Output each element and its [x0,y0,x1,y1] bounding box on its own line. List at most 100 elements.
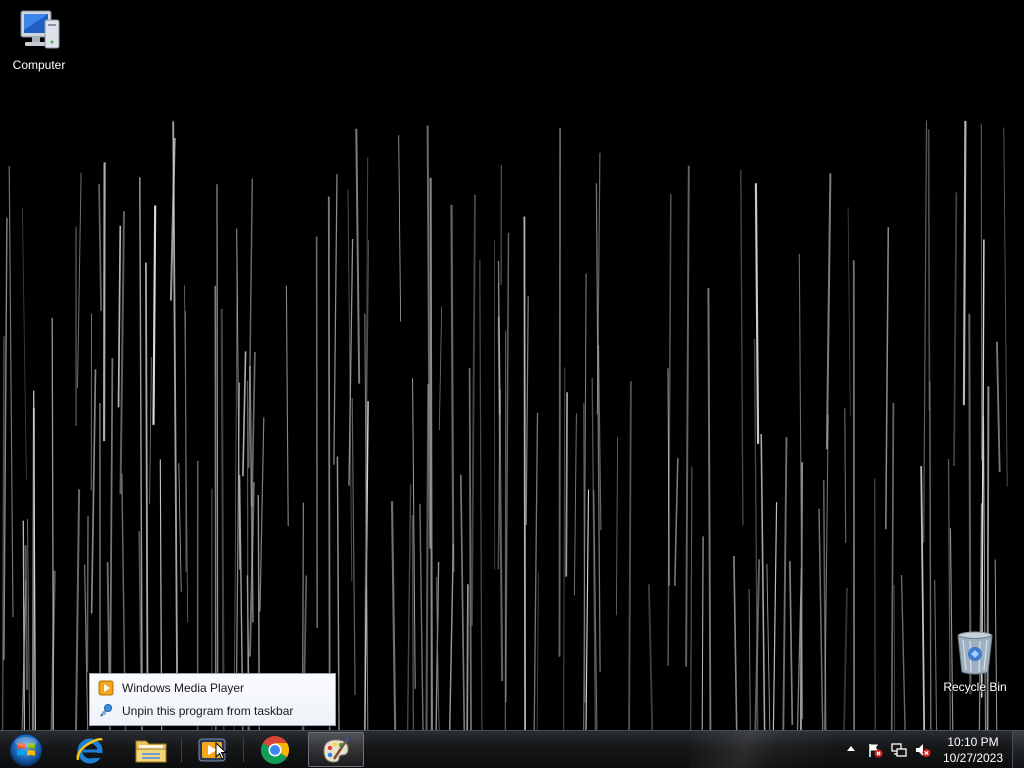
wallpaper-streak [1003,127,1008,487]
wallpaper-streak [429,177,433,730]
wallpaper-streak [844,408,847,543]
taskbar-jump-list: Windows Media Player Unpin this program … [89,673,336,726]
wallpaper-streak [259,417,265,612]
wallpaper-streak [523,216,526,730]
wallpaper-streak [419,503,424,730]
wallpaper-streak [893,584,896,730]
wallpaper-streak [647,584,654,730]
wallpaper-streak [558,127,562,657]
wallpaper-streak [962,120,967,406]
taskbar-button-windows-media-player[interactable] [184,732,240,767]
network-icon[interactable] [891,742,907,758]
wallpaper-streak [825,173,832,450]
folder-icon [135,740,167,762]
wallpaper-light-streaks [1,120,1008,730]
wallpaper-streak [90,369,97,614]
wallpaper-streak [315,236,319,628]
wallpaper-streak [822,480,827,730]
wallpaper-streak [740,169,744,526]
windows-start-orb-icon [9,733,43,767]
wallpaper-streak [772,502,778,730]
wallpaper-streak [336,456,340,730]
wallpaper-streak [563,367,566,730]
desktop[interactable]: Computer Recycle Bin Windows Media Playe… [0,0,1024,730]
wallpaper-streak [152,205,157,425]
wallpaper-streak [573,413,577,596]
wallpaper-streak [390,501,397,730]
ie-icon [76,737,104,763]
jump-item-label: Windows Media Player [122,681,245,695]
wallpaper-streak [900,574,906,730]
wallpaper-streak [885,227,890,530]
wallpaper-streak [117,225,122,408]
jump-item-windows-media-player[interactable]: Windows Media Player [94,677,331,699]
wallpaper-streak [927,129,931,411]
wallpaper-streak [782,437,788,730]
wallpaper-streak [929,381,932,730]
wallpaper-streak [450,204,455,573]
wallpaper-streak [242,351,247,477]
desktop-icon-computer[interactable]: Computer [1,8,77,72]
wallpaper-streak [214,285,217,730]
wallpaper-streak [468,367,472,730]
wallpaper-streak [172,121,179,680]
wallpaper-streak [347,189,353,582]
taskbar-button-windows-explorer[interactable] [123,732,179,767]
wallpaper-streak [144,262,149,717]
wallpaper-streak [685,165,690,667]
wallpaper-streak [707,287,712,730]
wallpaper-streak [585,489,590,730]
show-hidden-icons-arrow-icon[interactable] [845,743,857,755]
wallpaper-streak [874,478,876,730]
wallpaper-streak [565,392,569,577]
wallpaper-streak [355,128,361,384]
paint-icon [323,736,350,763]
wallpaper-streak [411,515,415,730]
taskbar-separator [181,738,182,762]
jump-item-unpin[interactable]: Unpin this program from taskbar [94,700,331,722]
taskbar-button-internet-explorer[interactable] [62,732,118,767]
taskbar-clock[interactable]: 10:10 PM 10/27/2023 [938,734,1008,766]
recycle-bin-icon [957,631,993,675]
computer-icon [20,10,60,49]
action-center-flag-icon[interactable] [867,742,883,758]
show-desktop-button[interactable] [1012,731,1024,768]
wmp-icon [98,680,114,696]
wallpaper-streak [674,458,679,586]
taskbar: 10:10 PM 10/27/2023 [0,730,1024,768]
wallpaper-streak [21,207,27,481]
wallpaper-streak [86,516,89,673]
wallpaper-streak [220,308,225,730]
wallpaper-streak [109,358,114,697]
desktop-icon-label: Recycle Bin [943,680,1007,694]
chrome-icon [261,735,289,764]
volume-muted-icon[interactable] [915,742,931,758]
wallpaper-streak [285,285,289,527]
taskbar-button-google-chrome[interactable] [247,732,303,767]
wallpaper-streak [333,174,338,465]
wallpaper-streak [216,184,219,681]
wallpaper-streak [748,588,751,730]
wallpaper-streak [119,211,125,495]
wallpaper-streak [351,398,356,696]
wallpaper-streak [615,436,619,616]
wallpaper-streak [8,165,14,618]
wallpaper-streak [327,196,331,730]
taskbar-separator [243,738,244,762]
wallpaper-streak [149,357,152,505]
wallpaper-streak [398,135,402,322]
wallpaper-streak [953,192,958,467]
unpin-icon [100,704,112,717]
wallpaper-streak [184,311,187,572]
start-button[interactable] [6,732,46,768]
wallpaper-streak [536,572,539,730]
desktop-icon-recycle-bin[interactable]: Recycle Bin [937,630,1013,694]
wallpaper-streak [995,341,1001,473]
wallpaper-streak [470,194,476,626]
wallpaper-streak [406,484,412,730]
wallpaper-streak [479,260,483,730]
wallpaper-streak [754,183,760,444]
taskbar-button-paint[interactable] [308,732,364,767]
clock-date: 10/27/2023 [942,751,1004,765]
wallpaper-streak [425,384,430,730]
